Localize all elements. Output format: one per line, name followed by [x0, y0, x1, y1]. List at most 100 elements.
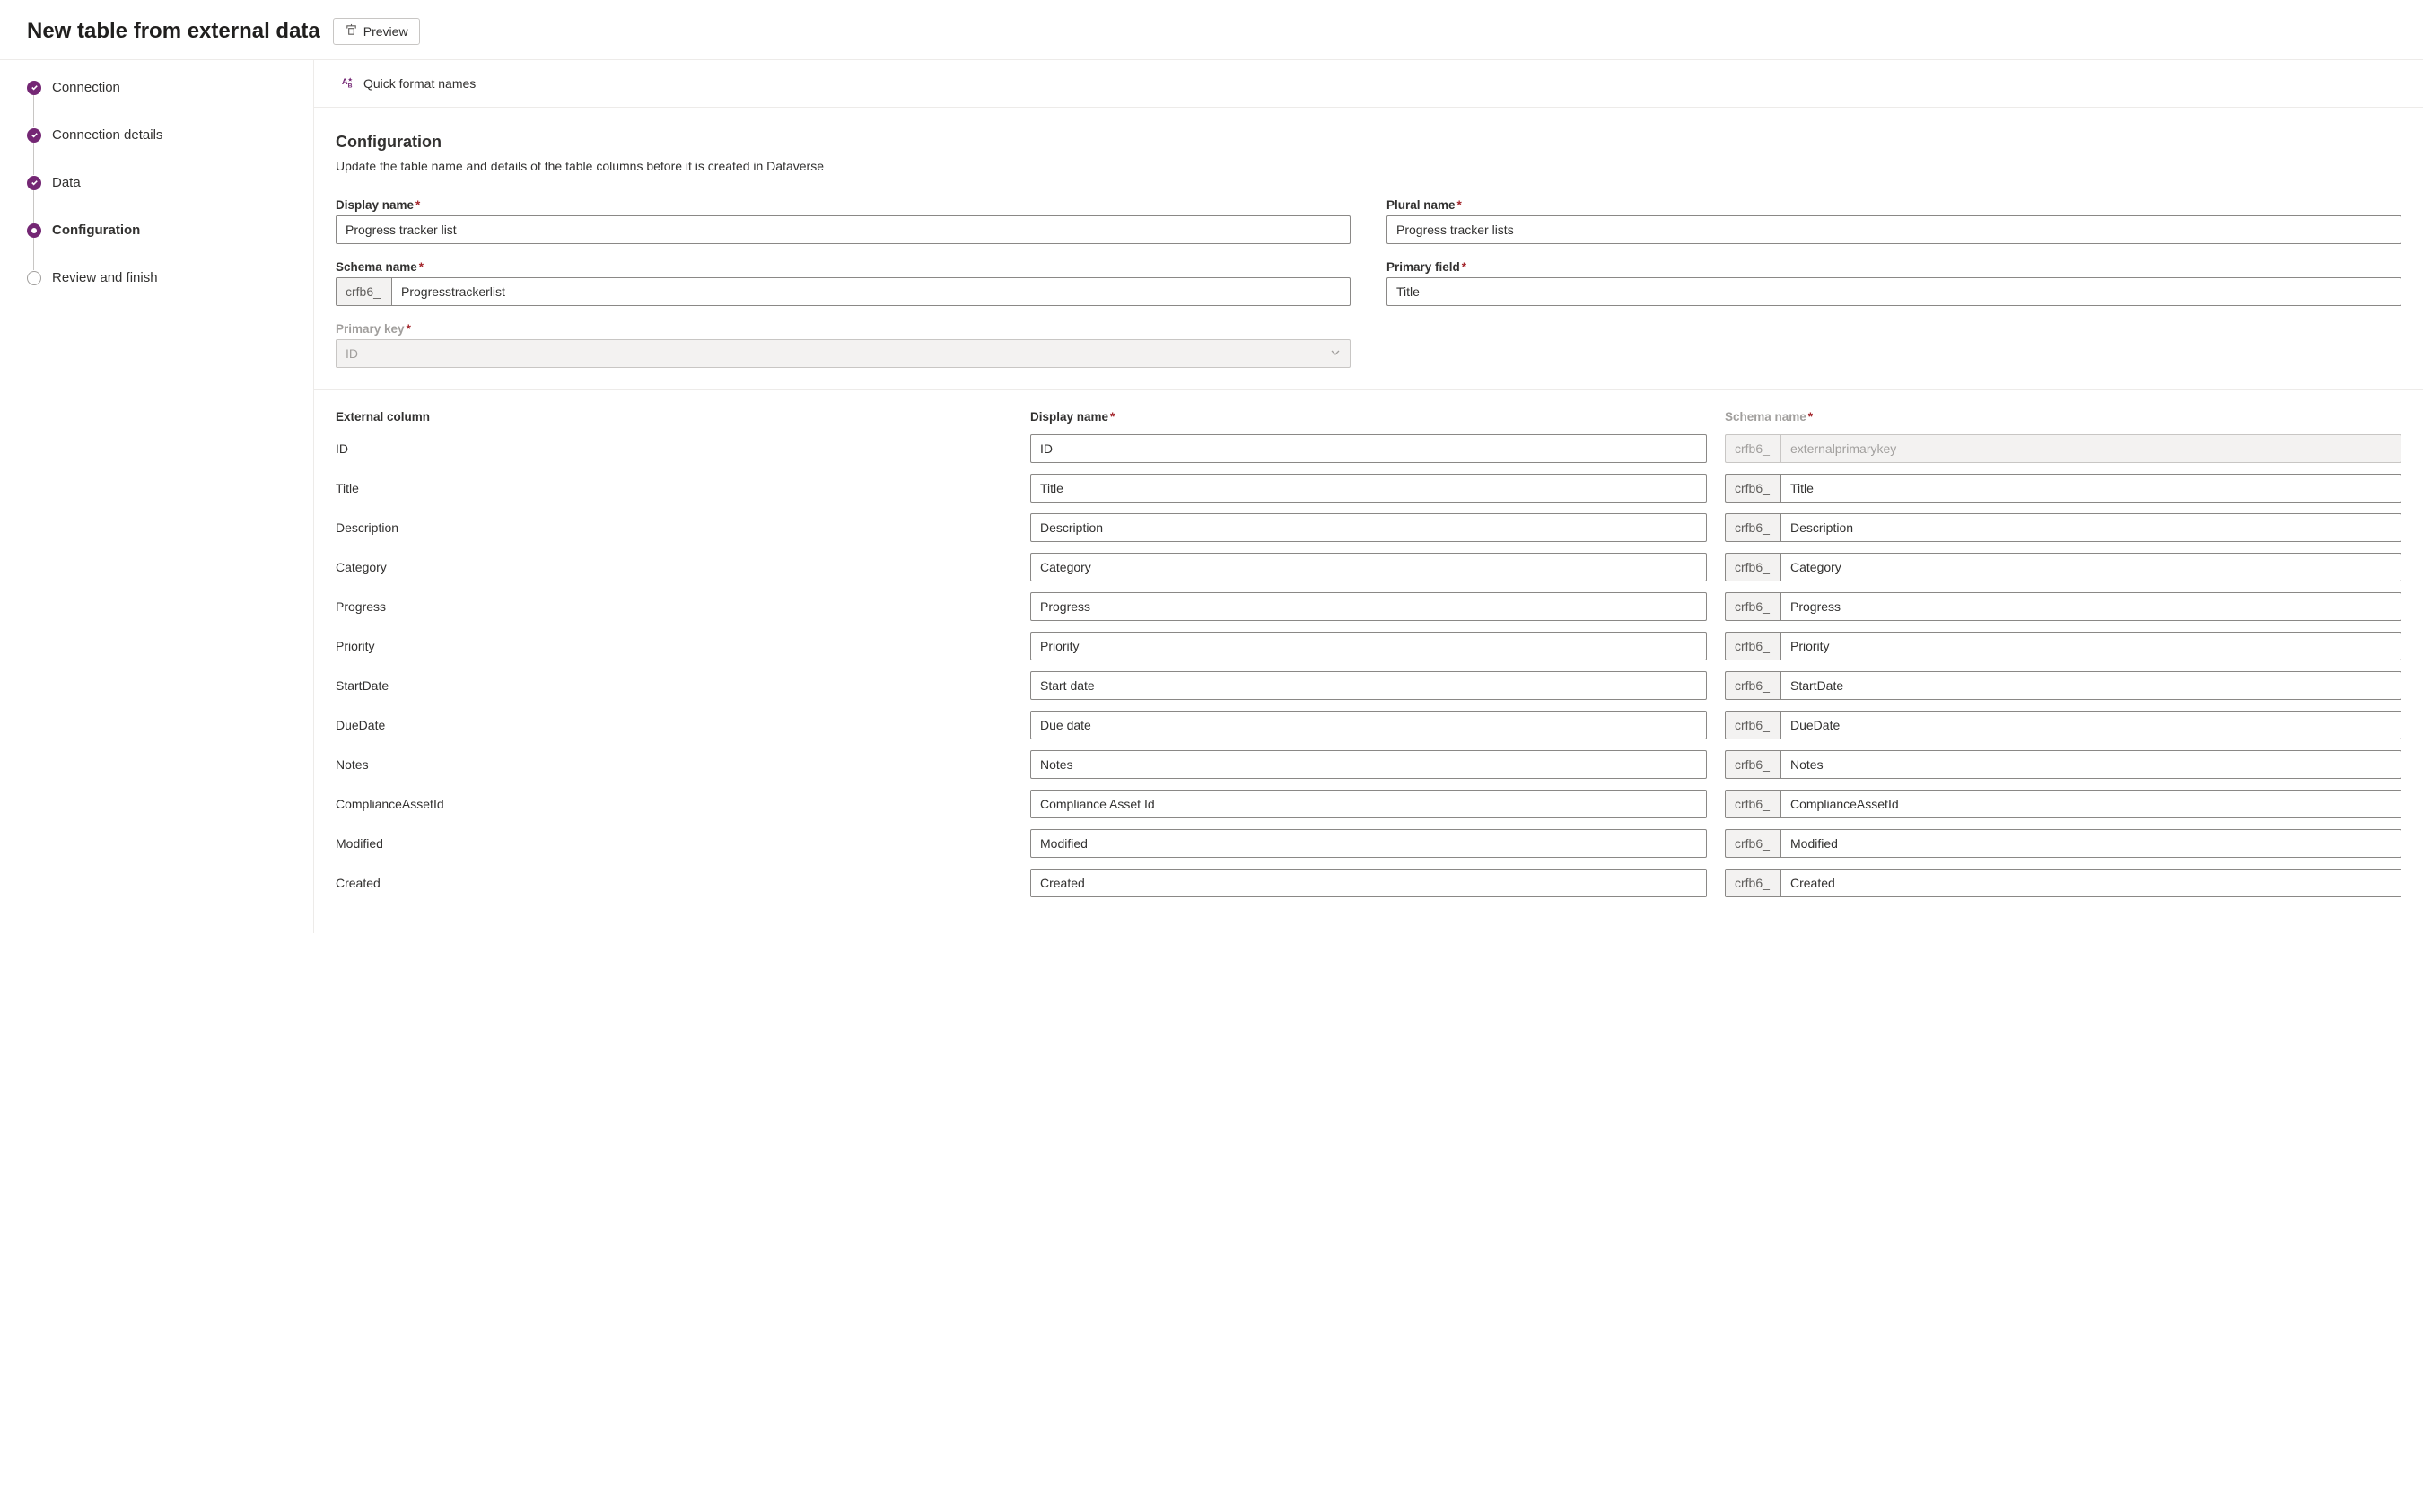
external-column-name: StartDate	[336, 674, 1012, 697]
column-schema-name-field: crfb6_	[1725, 434, 2401, 463]
primary-key-select: ID	[336, 339, 1351, 368]
column-schema-name-input[interactable]	[1780, 632, 2401, 660]
schema-prefix: crfb6_	[1725, 671, 1780, 700]
steps-nav: Connection Connection details Data Configur…	[0, 60, 314, 933]
external-column-name: Title	[336, 476, 1012, 500]
pending-step-icon	[27, 271, 41, 285]
preview-label: Preview	[363, 24, 408, 39]
external-column-name: Description	[336, 516, 1012, 539]
external-column-name: ComplianceAssetId	[336, 792, 1012, 816]
column-schema-name-input[interactable]	[1780, 671, 2401, 700]
external-column-name: ID	[336, 437, 1012, 460]
primary-field-input[interactable]	[1386, 277, 2401, 306]
schema-prefix: crfb6_	[1725, 750, 1780, 779]
step-label: Configuration	[52, 223, 140, 238]
chevron-down-icon	[1330, 346, 1341, 361]
quick-format-icon: A B	[341, 74, 356, 92]
column-schema-name-field[interactable]: crfb6_	[1725, 750, 2401, 779]
checkmark-icon	[27, 128, 41, 143]
column-display-name-input[interactable]	[1030, 632, 1707, 660]
column-display-name-input[interactable]	[1030, 829, 1707, 858]
primary-field-label: Primary field*	[1386, 260, 2401, 274]
external-column-name: Modified	[336, 832, 1012, 855]
external-column-name: DueDate	[336, 713, 1012, 737]
schema-prefix: crfb6_	[1725, 592, 1780, 621]
column-display-name-input[interactable]	[1030, 750, 1707, 779]
column-display-name-input[interactable]	[1030, 513, 1707, 542]
column-display-name-input[interactable]	[1030, 790, 1707, 818]
quick-format-label: Quick format names	[363, 76, 476, 91]
external-column-name: Priority	[336, 634, 1012, 658]
section-heading: Configuration	[336, 133, 2401, 152]
external-column-header: External column	[336, 410, 1012, 424]
column-display-name-input[interactable]	[1030, 434, 1707, 463]
preview-icon	[345, 23, 358, 39]
column-schema-name-field[interactable]: crfb6_	[1725, 513, 2401, 542]
column-schema-name-field[interactable]: crfb6_	[1725, 829, 2401, 858]
column-schema-name-field[interactable]: crfb6_	[1725, 671, 2401, 700]
preview-button[interactable]: Preview	[333, 18, 420, 45]
step-data[interactable]: Data	[27, 175, 286, 190]
step-label: Review and finish	[52, 270, 158, 285]
step-configuration[interactable]: Configuration	[27, 223, 286, 238]
schema-name-prefix: crfb6_	[336, 277, 391, 306]
column-schema-name-input[interactable]	[1780, 513, 2401, 542]
column-schema-name-field[interactable]: crfb6_	[1725, 711, 2401, 739]
column-display-name-input[interactable]	[1030, 474, 1707, 503]
schema-name-column-header: Schema name*	[1725, 410, 2401, 424]
step-connection[interactable]: Connection	[27, 80, 286, 95]
step-connector	[33, 238, 34, 270]
column-schema-name-input[interactable]	[1780, 750, 2401, 779]
column-schema-name-field[interactable]: crfb6_	[1725, 474, 2401, 503]
svg-text:B: B	[348, 83, 353, 89]
column-schema-name-input[interactable]	[1780, 711, 2401, 739]
column-schema-name-input[interactable]	[1780, 553, 2401, 581]
display-name-column-header: Display name*	[1030, 410, 1707, 424]
column-schema-name-field[interactable]: crfb6_	[1725, 869, 2401, 897]
step-label: Connection details	[52, 127, 162, 143]
column-schema-name-input[interactable]	[1780, 790, 2401, 818]
step-label: Data	[52, 175, 81, 190]
step-connector	[33, 190, 34, 223]
quick-format-names-command[interactable]: A B Quick format names	[336, 71, 481, 96]
external-column-name: Category	[336, 555, 1012, 579]
column-display-name-input[interactable]	[1030, 671, 1707, 700]
schema-prefix: crfb6_	[1725, 632, 1780, 660]
page-title: New table from external data	[27, 19, 320, 44]
svg-text:A: A	[342, 77, 348, 86]
step-connector	[33, 143, 34, 175]
column-display-name-input[interactable]	[1030, 553, 1707, 581]
column-display-name-input[interactable]	[1030, 592, 1707, 621]
plural-name-input[interactable]	[1386, 215, 2401, 244]
schema-prefix: crfb6_	[1725, 869, 1780, 897]
column-schema-name-input[interactable]	[1780, 829, 2401, 858]
plural-name-label: Plural name*	[1386, 198, 2401, 212]
external-column-name: Progress	[336, 595, 1012, 618]
schema-prefix: crfb6_	[1725, 513, 1780, 542]
column-schema-name-field[interactable]: crfb6_	[1725, 553, 2401, 581]
schema-name-label: Schema name*	[336, 260, 1351, 274]
step-connector	[33, 95, 34, 127]
schema-prefix: crfb6_	[1725, 553, 1780, 581]
column-schema-name-input[interactable]	[1780, 592, 2401, 621]
display-name-input[interactable]	[336, 215, 1351, 244]
column-display-name-input[interactable]	[1030, 711, 1707, 739]
checkmark-icon	[27, 81, 41, 95]
section-subtext: Update the table name and details of the…	[336, 159, 2401, 173]
column-schema-name-input[interactable]	[1780, 869, 2401, 897]
checkmark-icon	[27, 176, 41, 190]
column-display-name-input[interactable]	[1030, 869, 1707, 897]
column-schema-name-field[interactable]: crfb6_	[1725, 632, 2401, 660]
step-label: Connection	[52, 80, 120, 95]
external-column-name: Created	[336, 871, 1012, 895]
step-connection-details[interactable]: Connection details	[27, 127, 286, 143]
schema-name-input[interactable]	[391, 277, 1351, 306]
column-schema-name-input	[1780, 434, 2401, 463]
column-schema-name-input[interactable]	[1780, 474, 2401, 503]
column-schema-name-field[interactable]: crfb6_	[1725, 592, 2401, 621]
step-review-and-finish[interactable]: Review and finish	[27, 270, 286, 285]
column-schema-name-field[interactable]: crfb6_	[1725, 790, 2401, 818]
external-column-name: Notes	[336, 753, 1012, 776]
schema-prefix: crfb6_	[1725, 829, 1780, 858]
display-name-label: Display name*	[336, 198, 1351, 212]
